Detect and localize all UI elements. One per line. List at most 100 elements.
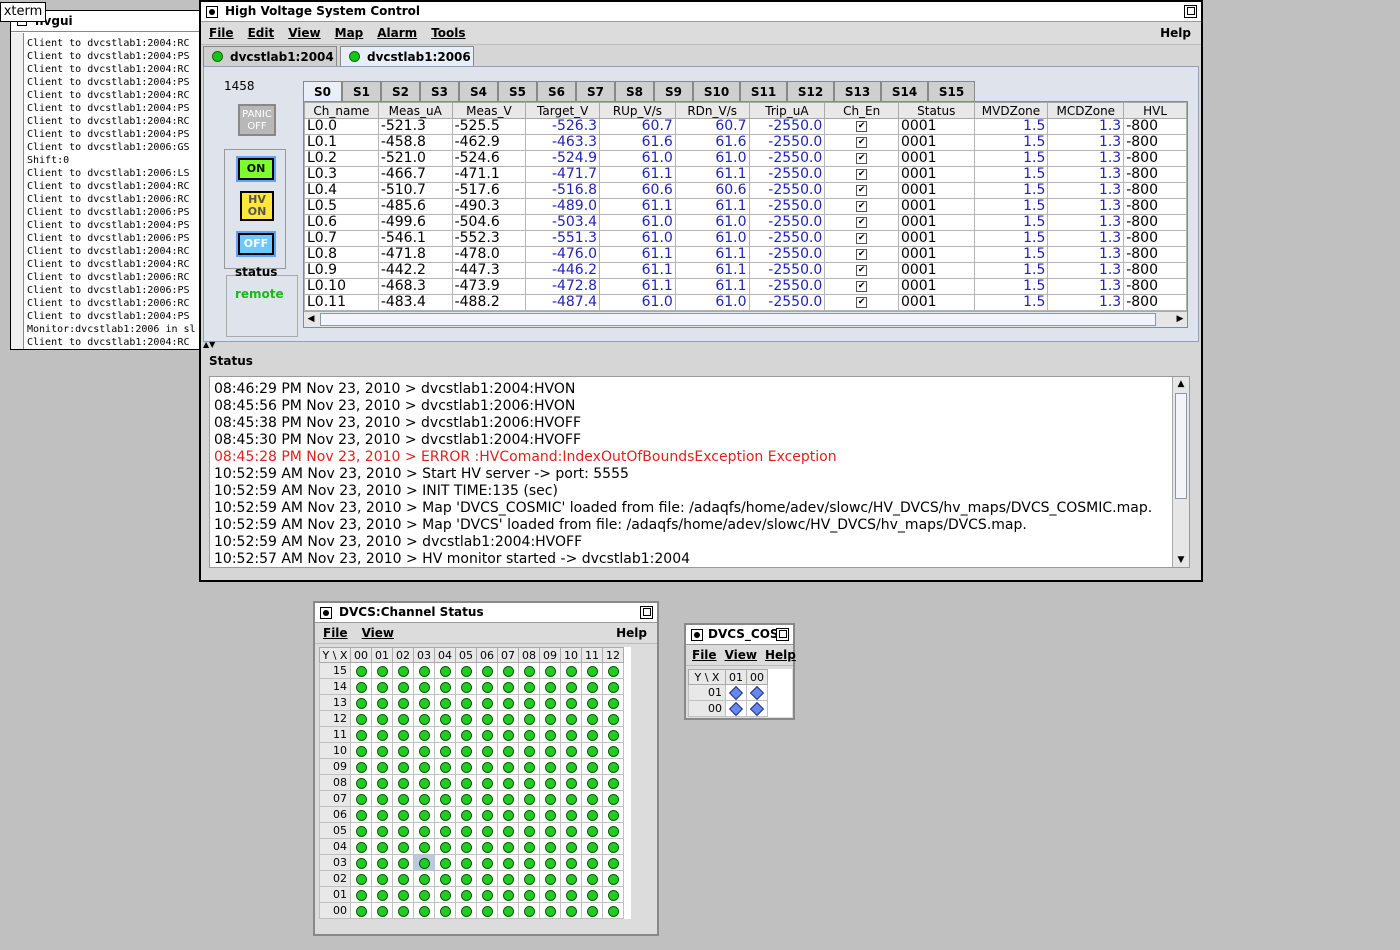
channel-cell[interactable] — [581, 790, 603, 807]
channel-cell[interactable] — [350, 678, 372, 695]
channel-cell[interactable] — [560, 838, 582, 855]
cell-mvdzone[interactable]: 1.5 — [973, 294, 1049, 311]
channel-enable-checkbox[interactable]: ✔ — [856, 200, 868, 212]
cell-target-v[interactable]: -526.3 — [525, 118, 601, 135]
cell-trip-ua[interactable]: -2550.0 — [748, 278, 826, 295]
channel-cell[interactable] — [518, 774, 540, 791]
channel-cell[interactable] — [725, 700, 747, 717]
cell-mcdzone[interactable]: 1.3 — [1047, 294, 1125, 311]
channel-cell[interactable] — [602, 742, 624, 759]
channel-cell[interactable] — [539, 790, 561, 807]
channel-cell[interactable] — [434, 902, 456, 919]
cell-trip-ua[interactable]: -2550.0 — [748, 246, 826, 263]
cell-mcdzone[interactable]: 1.3 — [1047, 150, 1125, 167]
cell-rdn-v-s[interactable]: 60.6 — [674, 182, 750, 199]
channel-cell[interactable] — [560, 678, 582, 695]
host-tab-dvcstlab1-2006[interactable]: dvcstlab1:2006 — [340, 46, 474, 66]
channel-cell[interactable] — [518, 742, 540, 759]
channel-cell[interactable] — [518, 662, 540, 679]
channel-cell[interactable] — [539, 726, 561, 743]
channel-cell[interactable] — [476, 742, 498, 759]
channel-cell[interactable] — [413, 678, 435, 695]
channel-cell[interactable] — [392, 678, 414, 695]
cell-mvdzone[interactable]: 1.5 — [973, 278, 1049, 295]
column-header-rup-v-s[interactable]: RUp_V/s — [599, 102, 676, 119]
channel-cell[interactable] — [413, 886, 435, 903]
channel-cell[interactable] — [497, 838, 519, 855]
off-button[interactable]: OFF — [236, 231, 276, 257]
cell-mcdzone[interactable]: 1.3 — [1047, 230, 1125, 247]
channel-cell[interactable] — [497, 790, 519, 807]
cell-trip-ua[interactable]: -2550.0 — [748, 262, 826, 279]
channel-enable-checkbox[interactable]: ✔ — [856, 232, 868, 244]
channel-cell[interactable] — [371, 710, 393, 727]
channel-cell[interactable] — [539, 758, 561, 775]
channel-cell[interactable] — [539, 822, 561, 839]
menu-view[interactable]: View — [725, 648, 757, 662]
channel-enable-checkbox[interactable]: ✔ — [856, 184, 868, 196]
channel-cell[interactable] — [413, 870, 435, 887]
cell-trip-ua[interactable]: -2550.0 — [748, 230, 826, 247]
channel-cell[interactable] — [392, 886, 414, 903]
cell-ch-en[interactable]: ✔ — [824, 134, 899, 151]
cell-target-v[interactable]: -551.3 — [525, 230, 601, 247]
cell-mcdzone[interactable]: 1.3 — [1047, 198, 1125, 215]
channel-cell[interactable] — [497, 726, 519, 743]
cell-target-v[interactable]: -487.4 — [525, 294, 601, 311]
table-horizontal-scrollbar[interactable]: ◀ ▶ — [304, 311, 1187, 327]
channel-cell[interactable] — [413, 822, 435, 839]
table-row[interactable]: L0.9 -442.2 -447.3 -446.2 61.1 61.1 -2550.0 ✔ 00… — [304, 262, 1187, 279]
channel-cell[interactable] — [581, 758, 603, 775]
scroll-left-icon[interactable]: ◀ — [305, 313, 317, 325]
channel-cell[interactable] — [455, 662, 477, 679]
channel-cell[interactable] — [434, 870, 456, 887]
channel-cell[interactable] — [476, 838, 498, 855]
sector-tab-s7[interactable]: S7 — [576, 81, 615, 101]
channel-cell[interactable] — [455, 822, 477, 839]
channel-cell[interactable] — [350, 790, 372, 807]
cell-trip-ua[interactable]: -2550.0 — [748, 294, 826, 311]
channel-cell[interactable] — [350, 822, 372, 839]
channel-cell[interactable] — [476, 678, 498, 695]
channel-status-titlebar[interactable]: DVCS:Channel Status — [315, 603, 657, 623]
channel-cell[interactable] — [476, 710, 498, 727]
table-row[interactable]: L0.7 -546.1 -552.3 -551.3 61.0 61.0 -2550.0 ✔ 00… — [304, 230, 1187, 247]
channel-cell[interactable] — [392, 774, 414, 791]
channel-cell[interactable] — [371, 902, 393, 919]
channel-cell[interactable] — [455, 870, 477, 887]
channel-cell[interactable] — [350, 710, 372, 727]
channel-cell[interactable] — [602, 790, 624, 807]
channel-cell[interactable] — [602, 726, 624, 743]
split-pane-divider[interactable]: ▲▼ — [201, 340, 1201, 349]
cell-rup-v-s[interactable]: 61.1 — [599, 166, 676, 183]
channel-cell[interactable] — [539, 774, 561, 791]
sector-tab-s0[interactable]: S0 — [303, 81, 342, 102]
panic-off-button[interactable]: PANIC OFF — [238, 104, 276, 136]
cosmic-titlebar[interactable]: DVCS_COS — [686, 625, 793, 645]
channel-cell[interactable] — [539, 694, 561, 711]
table-row[interactable]: L0.6 -499.6 -504.6 -503.4 61.0 61.0 -2550.0 ✔ 00… — [304, 214, 1187, 231]
scroll-right-icon[interactable]: ▶ — [1174, 313, 1186, 325]
channel-cell[interactable] — [602, 838, 624, 855]
channel-cell[interactable] — [581, 742, 603, 759]
channel-cell[interactable] — [392, 726, 414, 743]
table-row[interactable]: L0.0 -521.3 -525.5 -526.3 60.7 60.7 -2550.0 ✔ 00… — [304, 118, 1187, 135]
channel-enable-checkbox[interactable]: ✔ — [856, 136, 868, 148]
cell-trip-ua[interactable]: -2550.0 — [748, 198, 826, 215]
channel-cell[interactable] — [455, 726, 477, 743]
channel-cell[interactable] — [434, 678, 456, 695]
channel-cell[interactable] — [602, 870, 624, 887]
sector-tab-s2[interactable]: S2 — [381, 81, 420, 101]
channel-cell[interactable] — [560, 790, 582, 807]
channel-cell[interactable] — [392, 806, 414, 823]
channel-cell[interactable] — [413, 758, 435, 775]
channel-cell[interactable] — [455, 902, 477, 919]
channel-cell[interactable] — [497, 710, 519, 727]
channel-cell[interactable] — [539, 902, 561, 919]
cell-rup-v-s[interactable]: 61.1 — [599, 278, 676, 295]
cell-rup-v-s[interactable]: 61.1 — [599, 262, 676, 279]
channel-cell[interactable] — [455, 806, 477, 823]
channel-cell[interactable] — [602, 902, 624, 919]
channel-cell[interactable] — [581, 854, 603, 871]
channel-cell[interactable] — [539, 806, 561, 823]
